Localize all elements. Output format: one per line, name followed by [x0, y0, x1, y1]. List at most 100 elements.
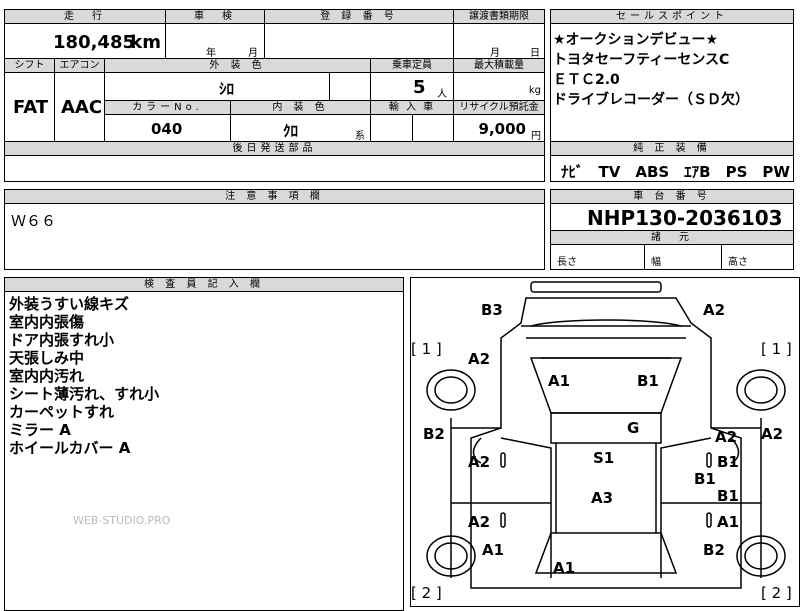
exterior-color-value: ｼﾛ — [219, 80, 235, 98]
max-load-cell: kg — [453, 72, 545, 101]
width-cell: 幅 — [644, 244, 722, 270]
watermark: WEB-STUDIO.PRO — [73, 514, 171, 527]
damage-code: A2 — [761, 425, 784, 443]
wheel-bracket-front-left: [ 1 ] — [411, 340, 442, 358]
interior-color-suffix: 系 — [355, 131, 365, 142]
damage-code: B2 — [703, 541, 725, 559]
aircon-header: エアコン — [54, 58, 105, 73]
wheel-bracket-front-right: [ 1 ] — [761, 340, 792, 358]
damage-code: A2 — [715, 428, 738, 446]
dimensions-header: 諸 元 — [550, 230, 794, 245]
mileage-value: 180,485 — [53, 32, 135, 53]
shift-value: FAT — [13, 97, 49, 118]
damage-code: B1 — [637, 372, 659, 390]
damage-code: A1 — [717, 513, 740, 531]
damage-code: A2 — [468, 350, 491, 368]
inspector-line: カーペットすれ — [9, 403, 115, 421]
sale-point-line: ＥＴＣ2.0 — [553, 72, 620, 88]
damage-code: B1 — [717, 487, 739, 505]
transfer-day-unit: 日 — [530, 48, 540, 59]
exterior-color-cell: ｼﾛ — [104, 72, 330, 101]
inspection-cell: 年 月 — [165, 23, 265, 59]
damage-code: A2 — [468, 453, 491, 471]
mileage-cell: 180,485 km — [4, 23, 166, 59]
equipment-cell: ﾅﾋﾞ TV ABS ｴｱB PS PW — [550, 155, 794, 182]
capacity-value: 5 — [413, 77, 426, 98]
chassis-cell: NHP130-2036103 — [550, 203, 794, 231]
damage-code: A1 — [482, 541, 505, 559]
damage-code: A3 — [591, 489, 614, 507]
car-diagram: [ 1 ] [ 1 ] [ 2 ] [ 2 ] B3 A2 A2 A1 B1 B… — [410, 277, 800, 607]
height-label: 高さ — [728, 257, 748, 268]
inspector-line: ホイールカバー A — [9, 439, 131, 457]
length-cell: 長さ — [550, 244, 645, 270]
damage-code: B3 — [481, 301, 503, 319]
inspector-header: 検 査 員 記 入 欄 — [4, 277, 404, 292]
wheel-bracket-rear-left: [ 2 ] — [411, 584, 442, 602]
exterior-color-side-cell — [329, 72, 371, 101]
transfer-header: 譲渡書類期限 — [453, 9, 545, 24]
registration-header: 登 録 番 号 — [264, 9, 454, 24]
mileage-unit: km — [130, 32, 161, 53]
import-cell-a — [370, 114, 413, 142]
capacity-cell: 5 人 — [370, 72, 454, 101]
later-parts-cell — [4, 155, 545, 182]
mileage-header: 走 行 — [4, 9, 166, 24]
wheel-bracket-rear-right: [ 2 ] — [761, 584, 792, 602]
inspection-header: 車 検 — [165, 9, 265, 24]
color-no-value: 040 — [151, 120, 183, 138]
sale-points-header: セールスポイント — [550, 9, 794, 24]
sale-point-line: ★オークションデビュー★ — [553, 32, 719, 48]
chassis-header: 車 台 番 号 — [550, 189, 794, 204]
exterior-color-header: 外 装 色 — [104, 58, 371, 73]
damage-code: A1 — [548, 372, 571, 390]
damage-code: G — [627, 419, 640, 437]
width-label: 幅 — [651, 257, 661, 268]
shift-header: シフト — [4, 58, 55, 73]
transfer-month-unit: 月 — [490, 48, 500, 59]
equipment-value: ﾅﾋﾞ TV ABS ｴｱB PS PW — [561, 163, 790, 181]
chassis-value: NHP130-2036103 — [587, 206, 783, 230]
inspector-line: ミラー A — [9, 421, 71, 439]
max-load-unit: kg — [528, 85, 541, 96]
notes-value: Ｗ６６ — [11, 212, 57, 230]
damage-code: A2 — [468, 513, 491, 531]
inspector-line: 室内内汚れ — [9, 367, 85, 385]
equipment-header: 純 正 装 備 — [550, 141, 794, 156]
inspector-line: ドア内張すれ小 — [9, 331, 115, 349]
length-label: 長さ — [557, 257, 577, 268]
damage-code: B1 — [694, 470, 716, 488]
inspection-year-unit: 年 — [206, 48, 216, 59]
damage-code: S1 — [593, 449, 615, 467]
sale-point-line: ドライブレコーダー（ＳＤ欠） — [553, 92, 749, 108]
inspector-line: 外装うすい線キズ — [9, 295, 130, 313]
color-no-cell: 040 — [104, 114, 231, 142]
sale-points-box: ★オークションデビュー★ トヨタセーフティーセンスC ＥＴＣ2.0 ドライブレコ… — [550, 23, 794, 142]
notes-header: 注 意 事 項 欄 — [4, 189, 545, 204]
height-cell: 高さ — [721, 244, 794, 270]
transfer-cell: 月 日 — [453, 23, 545, 59]
damage-code: B2 — [423, 425, 445, 443]
inspector-line: シート薄汚れ、すれ小 — [9, 385, 160, 403]
damage-code: B1 — [717, 453, 739, 471]
import-cell-b — [412, 114, 454, 142]
aircon-cell: AAC — [54, 72, 105, 142]
interior-color-value: ｸﾛ — [283, 122, 299, 140]
shift-cell: FAT — [4, 72, 55, 142]
car-outline — [426, 281, 786, 589]
notes-cell: Ｗ６６ — [4, 203, 545, 270]
interior-color-header: 内 装 色 — [230, 100, 371, 115]
color-no-header: カラーNo. — [104, 100, 231, 115]
recycle-value: 9,000 — [478, 120, 526, 138]
damage-code: A2 — [703, 301, 726, 319]
recycle-cell: 9,000 円 — [453, 114, 545, 142]
recycle-unit: 円 — [531, 131, 541, 142]
max-load-header: 最大積載量 — [453, 58, 545, 73]
later-parts-header: 後日発送部品 — [4, 141, 545, 156]
capacity-header: 乗車定員 — [370, 58, 454, 73]
sale-point-line: トヨタセーフティーセンスC — [553, 52, 730, 68]
registration-cell — [264, 23, 454, 59]
import-header: 輸 入 車 — [370, 100, 454, 115]
inspection-month-unit: 月 — [248, 48, 258, 59]
inspector-line: 室内内張傷 — [9, 313, 85, 331]
